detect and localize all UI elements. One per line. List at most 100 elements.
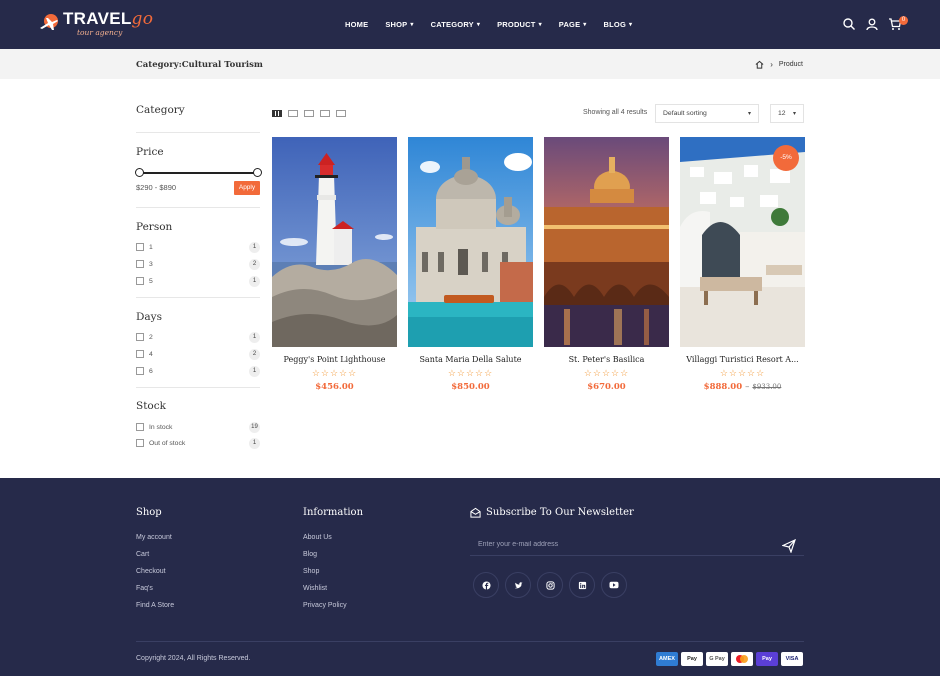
days-filter-4[interactable]: 42	[136, 348, 260, 360]
checkbox[interactable]	[136, 350, 144, 358]
product-name[interactable]: Villaggi Turistici Resort A...	[680, 355, 805, 364]
person-filter-5[interactable]: 51	[136, 275, 260, 287]
footer-link-wishlist[interactable]: Wishlist	[303, 585, 363, 592]
product-image-villaggi[interactable]: -5%	[680, 137, 805, 347]
old-price: $933.00	[752, 383, 782, 391]
view-switcher	[272, 110, 352, 117]
footer-link-find-store[interactable]: Find A Store	[136, 602, 174, 609]
site-logo[interactable]: TRAVELgo tour agency	[38, 10, 153, 37]
count-badge: 2	[249, 349, 260, 360]
checkbox[interactable]	[136, 260, 144, 268]
paypal-icon: Pay	[756, 652, 778, 666]
sort-select[interactable]: Default sorting ▾	[655, 104, 759, 123]
chevron-down-icon: ▾	[792, 111, 796, 117]
count-badge: 1	[249, 438, 260, 449]
breadcrumb: › Product	[755, 60, 803, 69]
category-heading[interactable]: Category	[136, 104, 260, 116]
google-pay-icon: G Pay	[706, 652, 728, 666]
grid-3-view-icon[interactable]	[288, 110, 298, 117]
twitter-icon[interactable]	[505, 572, 531, 598]
count-badge: 2	[249, 259, 260, 270]
youtube-icon[interactable]	[601, 572, 627, 598]
linkedin-icon[interactable]	[569, 572, 595, 598]
product-price: $456.00	[315, 382, 354, 392]
divider	[136, 132, 260, 133]
newsletter-heading: Subscribe To Our Newsletter	[470, 507, 634, 518]
amex-icon: AMEX	[656, 652, 678, 666]
home-icon[interactable]	[755, 60, 764, 69]
checkbox[interactable]	[136, 333, 144, 341]
cart-button[interactable]: 0	[888, 16, 908, 31]
search-icon[interactable]	[842, 17, 856, 31]
checkbox[interactable]	[136, 423, 144, 431]
user-icon[interactable]	[865, 17, 879, 31]
nav-category[interactable]: CATEGORY ▾	[431, 20, 481, 29]
nav-blog[interactable]: BLOG ▾	[604, 20, 633, 29]
list-view-icon[interactable]	[336, 110, 346, 117]
grid-2-view-icon[interactable]	[304, 110, 314, 117]
envelope-open-icon	[470, 507, 481, 518]
price-slider-max-handle[interactable]	[253, 168, 262, 177]
footer-link-shop[interactable]: Shop	[303, 568, 363, 575]
product-name[interactable]: St. Peter's Basilica	[544, 355, 669, 364]
footer-link-faqs[interactable]: Faq's	[136, 585, 174, 592]
product-image-lighthouse[interactable]	[272, 137, 397, 347]
footer-link-blog[interactable]: Blog	[303, 551, 363, 558]
product-card[interactable]: Peggy's Point Lighthouse ☆☆☆☆☆ $456.00	[272, 137, 397, 392]
product-card[interactable]: St. Peter's Basilica ☆☆☆☆☆ $670.00	[544, 137, 669, 392]
logo-accent: go	[131, 9, 154, 29]
product-price: $670.00	[587, 382, 626, 392]
product-name[interactable]: Santa Maria Della Salute	[408, 355, 533, 364]
logo-subtitle: tour agency	[77, 28, 123, 37]
chevron-down-icon: ▾	[476, 22, 481, 28]
nav-shop[interactable]: SHOP ▾	[385, 20, 413, 29]
price-slider-min-handle[interactable]	[135, 168, 144, 177]
grid-4-view-icon[interactable]	[272, 110, 282, 117]
apply-button[interactable]: Apply	[234, 181, 260, 195]
mastercard-icon	[731, 652, 753, 666]
checkbox[interactable]	[136, 277, 144, 285]
nav-product[interactable]: PRODUCT ▾	[497, 20, 542, 29]
nav-home[interactable]: HOME	[345, 20, 368, 29]
person-filter-1[interactable]: 11	[136, 241, 260, 253]
product-card[interactable]: -5% Villaggi Turistici Resort A... ☆☆☆☆☆…	[680, 137, 805, 392]
copyright-text: Copyright 2024, All Rights Reserved.	[136, 655, 251, 662]
grid-list-view-icon[interactable]	[320, 110, 330, 117]
chevron-down-icon: ▾	[538, 22, 542, 28]
product-image-st-peters[interactable]	[544, 137, 669, 347]
newsletter-email-input[interactable]	[470, 534, 804, 556]
footer-link-checkout[interactable]: Checkout	[136, 568, 174, 575]
footer-link-about[interactable]: About Us	[303, 534, 363, 541]
product-image-santa-maria[interactable]	[408, 137, 533, 347]
footer-link-cart[interactable]: Cart	[136, 551, 174, 558]
checkbox[interactable]	[136, 243, 144, 251]
footer-link-privacy[interactable]: Privacy Policy	[303, 602, 363, 609]
logo-title: TRAVEL	[63, 9, 132, 28]
divider	[136, 387, 260, 388]
instagram-icon[interactable]	[537, 572, 563, 598]
facebook-icon[interactable]	[473, 572, 499, 598]
product-price: $888.00– $933.00	[703, 382, 782, 392]
breadcrumb-current: Product	[778, 61, 803, 68]
days-filter-2[interactable]: 21	[136, 331, 260, 343]
footer-shop-column: Shop My account Cart Checkout Faq's Find…	[136, 507, 174, 609]
nav-page[interactable]: PAGE ▾	[559, 20, 587, 29]
visa-icon: VISA	[781, 652, 803, 666]
site-header: TRAVELgo tour agency HOME SHOP ▾ CATEGORY…	[0, 0, 940, 49]
days-filter-6[interactable]: 61	[136, 365, 260, 377]
results-count: Showing all 4 results	[583, 109, 648, 116]
product-name[interactable]: Peggy's Point Lighthouse	[272, 355, 397, 364]
person-filter-3[interactable]: 32	[136, 258, 260, 270]
price-slider-track[interactable]	[136, 172, 260, 174]
send-icon[interactable]	[782, 539, 796, 553]
footer-link-my-account[interactable]: My account	[136, 534, 174, 541]
price-range-text: $290 - $890	[136, 183, 177, 192]
checkbox[interactable]	[136, 367, 144, 375]
apple-pay-icon: Pay	[681, 652, 703, 666]
stock-filter-out-of-stock[interactable]: Out of stock 1	[136, 437, 260, 449]
stock-filter-in-stock[interactable]: In stock 19	[136, 421, 260, 433]
count-badge: 19	[249, 422, 260, 433]
checkbox[interactable]	[136, 439, 144, 447]
per-page-select[interactable]: 12 ▾	[770, 104, 804, 123]
product-card[interactable]: Santa Maria Della Salute ☆☆☆☆☆ $850.00	[408, 137, 533, 392]
